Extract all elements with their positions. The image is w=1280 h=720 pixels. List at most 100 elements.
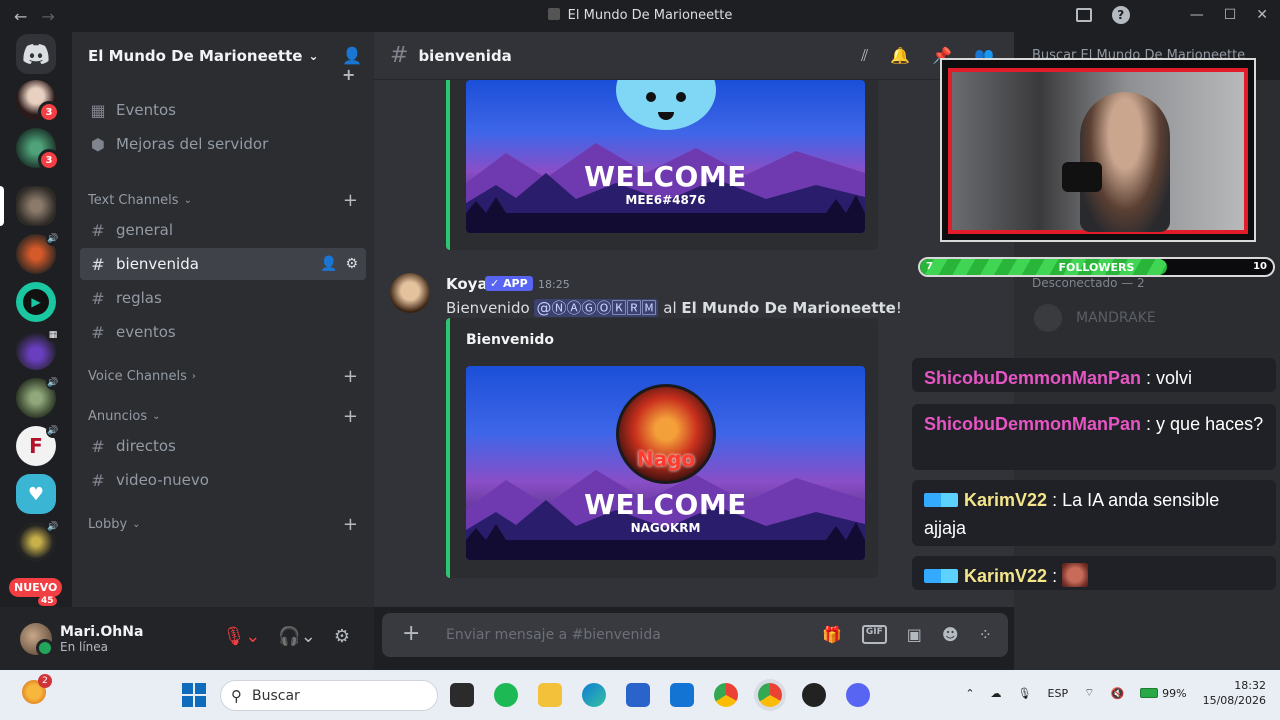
chrome-icon[interactable] [714,683,738,707]
avatar [1034,304,1062,332]
channel-eventos[interactable]: # eventos [80,316,366,348]
play-icon: ▶ [23,289,49,315]
avatar[interactable] [20,622,54,657]
welcome-text: WELCOME NAGOKRM [466,488,865,535]
sidebar-item-boosts[interactable]: ⬢ Mejoras del servidor [80,128,366,160]
channel-label: directos [116,437,176,455]
stream-chat-message: KarimV22 : La IA anda sensible ajjaja [912,480,1276,546]
store-icon[interactable] [626,683,650,707]
gift-icon[interactable]: 🎁 [822,625,842,644]
webcam-frame [948,68,1248,234]
hash-icon: # [91,220,105,240]
category-text-channels[interactable]: Text Channels ⌄ + [88,190,358,211]
server-icon-2[interactable]: 3 [16,128,60,171]
window-title-text: El Mundo De Marioneette [567,8,733,23]
user-panel: Mari.OhNa En línea 🎙⌄ 🎧⌄ ⚙ [0,607,374,670]
user-info[interactable]: Mari.OhNa En línea [60,624,143,654]
sticker-icon[interactable]: ▣ [907,625,922,644]
followers-goal-bar: 7 FOLLOWERS 10 [918,257,1275,277]
server-icon-6[interactable]: ▦ [16,328,60,370]
task-view-icon[interactable] [450,683,474,707]
volume-muted-icon[interactable]: 🔇 [1110,687,1124,700]
help-icon[interactable]: ? [1111,6,1130,24]
apps-icon[interactable]: ⁘ [979,625,992,644]
chevron-up-icon[interactable]: ⌃ [965,687,974,700]
server-icon-4[interactable]: 🔊 [16,232,60,274]
sidebar-item-eventos[interactable]: ▦ Eventos [80,94,366,126]
discord-home-button[interactable] [16,34,56,74]
sidebar-item-label: Mejoras del servidor [116,135,269,153]
taskbar: 2 ⚲ Buscar ⌃ ☁ 🎙 ESP ⌔ 🔇 99% 18:32 15/08/2… [0,670,1280,720]
server-icon-8[interactable]: F 🔊 [16,424,60,466]
chevron-down-icon: ⌄ [132,518,141,530]
minimize-button[interactable]: — [1190,7,1204,23]
inbox-icon[interactable] [1075,8,1092,22]
spotify-icon[interactable] [494,683,518,707]
gif-icon[interactable]: GIF [861,625,887,644]
server-icon-5[interactable]: ▶ [16,282,56,322]
clock[interactable]: 18:32 15/08/2026 [1203,678,1266,708]
language-indicator[interactable]: ESP [1048,687,1069,700]
user-avatar-graphic: Nago [616,384,716,484]
cloud-icon[interactable]: ☁ [991,687,1002,700]
server-icon-9[interactable]: ♥ [16,474,56,514]
channel-label: bienvenida [116,255,199,273]
server-icon-current[interactable] [16,186,56,226]
add-attachment-icon[interactable]: + [402,621,420,646]
chat-text: volvi [1156,368,1193,388]
add-channel-icon[interactable]: + [343,514,358,535]
gear-icon[interactable]: ⚙ [334,626,350,647]
obs-icon[interactable] [802,683,826,707]
chat-username: ShicobuDemmonManPan [924,368,1142,388]
weather-icon[interactable]: 2 [22,674,52,704]
file-explorer-icon[interactable] [538,683,562,707]
add-channel-icon[interactable]: + [343,406,358,427]
followers-label: FOLLOWERS [1058,261,1135,274]
taskbar-search[interactable]: ⚲ Buscar [220,680,438,711]
server-logo-icon [547,8,560,20]
mic-muted-icon[interactable]: 🎙⌄ [222,626,260,647]
edge-icon[interactable] [582,683,606,707]
channel-general[interactable]: # general [80,214,366,246]
create-invite-icon[interactable]: 👤 [320,256,337,272]
microphone-icon[interactable]: 🎙 [1018,687,1032,700]
category-anuncios[interactable]: Anuncios ⌄ + [88,406,358,427]
channel-reglas[interactable]: # reglas [80,282,366,314]
chrome-active-icon[interactable] [758,683,782,707]
close-button[interactable]: ✕ [1256,7,1268,23]
discord-taskbar-icon[interactable] [846,683,870,707]
user-mention[interactable]: @ⓃⒶⒼⓄ🄺🅁🄼 [534,299,659,317]
headphones-icon[interactable]: 🎧⌄ [278,626,316,647]
category-voice-channels[interactable]: Voice Channels › + [88,366,358,387]
battery-indicator[interactable]: 99% [1140,687,1187,700]
clock-date: 15/08/2026 [1202,694,1266,707]
wifi-icon[interactable]: ⌔ [1084,686,1094,700]
channel-directos[interactable]: # directos [80,430,366,462]
stream-chat-message: ShicobuDemmonManPan : volvi [912,358,1276,392]
add-channel-icon[interactable]: + [343,366,358,387]
server-header[interactable]: El Mundo De Marioneette ⌄ 👤+ [72,32,374,84]
message-author[interactable]: Koya [446,275,488,293]
server-rail: 3 3 🔊 ▶ ▦ 🔊 F 🔊 ♥ 🔊 NUEVO 45 [0,32,72,670]
new-badge[interactable]: NUEVO [9,578,63,597]
add-channel-icon[interactable]: + [343,190,358,211]
welcome-banner-image: Nago WELCOME NAGOKRM [466,366,865,560]
server-icon-1[interactable]: 3 [16,80,60,123]
server-icon-10[interactable]: 🔊 [16,520,60,562]
start-button[interactable] [182,683,206,707]
channel-bienvenida[interactable]: # bienvenida 👤 ⚙ [80,248,366,280]
outlook-icon[interactable] [670,683,694,707]
emoji-icon[interactable]: ☻ [942,625,959,644]
avatar[interactable] [390,273,430,313]
welcome-heading: WELCOME [584,160,747,193]
category-lobby[interactable]: Lobby ⌄ + [88,514,358,535]
server-icon-7[interactable]: 🔊 [16,376,60,418]
bell-icon[interactable]: 🔔 [890,46,910,66]
invite-people-icon[interactable]: 👤+ [342,46,362,84]
member-item[interactable]: MANDRAKE [1034,304,1156,332]
maximize-button[interactable]: ☐ [1224,7,1237,23]
gear-icon[interactable]: ⚙ [345,256,358,272]
category-label: Voice Channels [88,368,187,384]
threads-icon[interactable]: ⫽ [861,46,868,66]
channel-video-nuevo[interactable]: # video-nuevo [80,464,366,496]
